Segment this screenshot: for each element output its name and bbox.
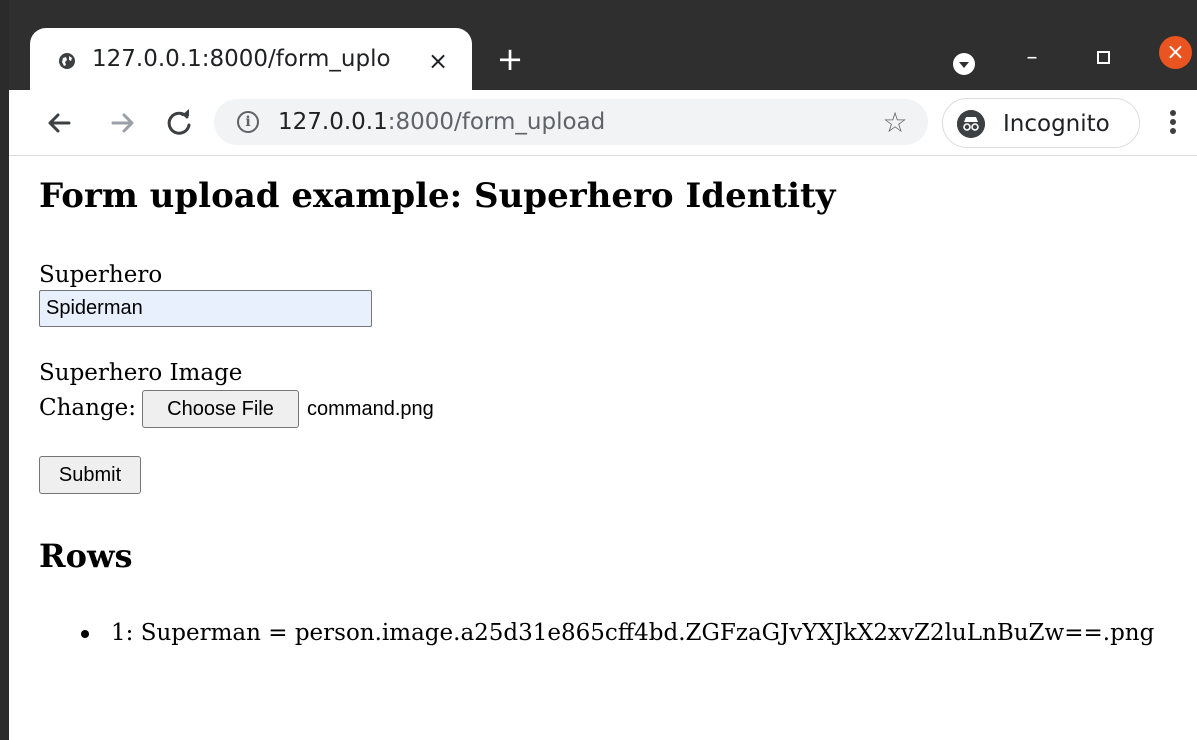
incognito-icon xyxy=(957,110,985,138)
url-path: :8000/form_upload xyxy=(387,109,606,135)
incognito-label: Incognito xyxy=(1003,111,1110,137)
window-close-button[interactable]: × xyxy=(1159,36,1192,69)
url-host: 127.0.0.1 xyxy=(278,109,388,135)
globe-icon xyxy=(59,53,75,69)
change-label: Change: xyxy=(39,395,137,421)
active-tab[interactable]: 127.0.0.1:8000/form_uplo × xyxy=(30,28,472,90)
more-menu-icon[interactable] xyxy=(1160,107,1186,141)
superhero-label: Superhero xyxy=(39,262,163,288)
tab-close-icon[interactable]: × xyxy=(425,48,451,74)
back-arrow-icon[interactable] xyxy=(39,103,79,143)
superhero-image-label: Superhero Image xyxy=(39,360,243,386)
list-item: 1: Superman = person.image.a25d31e865cff… xyxy=(81,618,1191,648)
url-text[interactable]: 127.0.0.1:8000/form_upload xyxy=(278,107,605,137)
selected-file-name: command.png xyxy=(307,398,434,420)
reload-icon[interactable] xyxy=(159,103,199,143)
row-text: 1: Superman = person.image.a25d31e865cff… xyxy=(111,620,1155,646)
superhero-input[interactable]: Spiderman xyxy=(39,290,372,327)
submit-button[interactable]: Submit xyxy=(39,456,141,494)
maximize-button[interactable] xyxy=(1097,51,1110,64)
new-tab-button[interactable]: + xyxy=(495,43,525,75)
minimize-button[interactable]: – xyxy=(1019,45,1045,71)
rows-list: 1: Superman = person.image.a25d31e865cff… xyxy=(81,618,1191,648)
choose-file-button[interactable]: Choose File xyxy=(142,390,299,428)
bookmark-star-icon[interactable]: ☆ xyxy=(881,109,909,137)
site-info-icon[interactable]: i xyxy=(237,111,259,133)
incognito-indicator[interactable]: Incognito xyxy=(942,98,1140,148)
browser-window: 127.0.0.1:8000/form_uplo × + – × i 127.0 xyxy=(0,0,1197,740)
bullet-icon xyxy=(81,630,89,638)
tab-search-icon[interactable] xyxy=(951,51,977,77)
tab-title: 127.0.0.1:8000/form_uplo xyxy=(92,44,416,74)
rows-heading: Rows xyxy=(39,537,133,575)
forward-arrow-icon[interactable] xyxy=(103,103,143,143)
page-title: Form upload example: Superhero Identity xyxy=(39,176,836,216)
address-bar[interactable]: i 127.0.0.1:8000/form_upload ☆ xyxy=(214,99,928,145)
tab-strip: 127.0.0.1:8000/form_uplo × + – × xyxy=(9,0,1197,90)
